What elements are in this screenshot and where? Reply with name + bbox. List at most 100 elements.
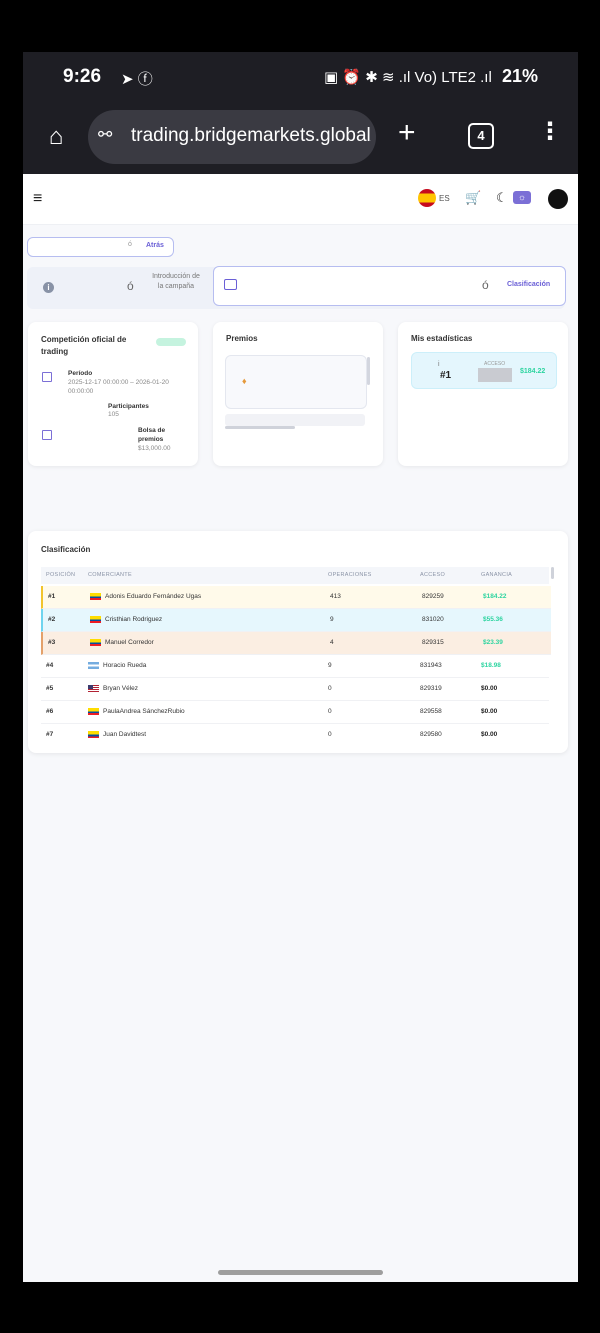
row-gain: $0.00	[481, 708, 498, 715]
back-accent: ó	[128, 241, 132, 248]
language-code[interactable]: ES	[439, 194, 450, 203]
stats-card: Mis estadísticas i #1 ACCESO $184.22	[398, 322, 568, 466]
ranking-title: Clasificación	[41, 545, 91, 554]
table-row[interactable]: #6 PaulaAndrea SánchezRubio 0 829558 $0.…	[41, 701, 549, 724]
my-access-value	[478, 368, 512, 382]
gesture-bar[interactable]	[218, 1270, 383, 1275]
row-trader: PaulaAndrea SánchezRubio	[103, 708, 185, 715]
col-trader: COMERCIANTE	[88, 572, 132, 578]
prizes-scrollbar[interactable]	[367, 357, 370, 385]
row-access: 831943	[420, 662, 442, 669]
col-operations: OPERACIONES	[328, 572, 372, 578]
hamburger-menu-icon[interactable]: ≡	[33, 190, 42, 208]
spain-flag-icon[interactable]	[418, 189, 436, 207]
row-operations: 9	[330, 616, 334, 623]
row-gain: $55.36	[483, 616, 503, 623]
tab-ranking-label: Clasificación	[507, 281, 551, 288]
site-header: ≡ ES 🛒 ☾ ☼	[23, 174, 578, 225]
row-position: #7	[46, 731, 54, 738]
prize-pool-value: $13,000.00	[138, 445, 171, 452]
row-access: 829319	[420, 685, 442, 692]
phone-screen: 9:26 ➤ ⓕ ▣ ⏰ ✱ ≋ .ıl Vo) LTE2 .ıl 21% ⌂ …	[23, 52, 578, 1282]
row-trader: Juan Davidtest	[103, 731, 146, 738]
prizes-horizontal-scrollbar[interactable]	[225, 426, 295, 429]
row-operations: 413	[330, 593, 341, 600]
row-access: 829558	[420, 708, 442, 715]
row-gain: $0.00	[481, 685, 498, 692]
table-row[interactable]: #2 Cristhian Rodriguez 9 831020 $55.36	[41, 609, 551, 632]
ecuador-flag-icon	[90, 639, 101, 646]
row-gain: $18.98	[481, 662, 501, 669]
period-label: Período	[68, 370, 93, 377]
home-icon[interactable]: ⌂	[41, 122, 71, 152]
row-operations: 0	[328, 685, 332, 692]
row-position: #3	[48, 639, 56, 646]
period-value: 2025-12-17 00:00:00 – 2026-01-20 00:00:0…	[68, 379, 169, 395]
theme-toggle[interactable]: ☼	[513, 191, 531, 204]
col-access: ACCESO	[420, 572, 446, 578]
row-trader: Adonis Eduardo Fernández Ugas	[105, 593, 202, 600]
tab-switcher-button[interactable]: 4	[468, 123, 494, 149]
row-gain: $23.39	[483, 639, 503, 646]
prize-icon: ♦	[242, 376, 247, 386]
argentina-flag-icon	[88, 662, 99, 669]
row-gain: $0.00	[481, 731, 498, 738]
prize-item[interactable]: ♦	[225, 355, 367, 409]
table-scrollbar[interactable]	[551, 567, 554, 579]
status-right: ▣ ⏰ ✱ ≋ .ıl Vo) LTE2 .ıl 21%	[324, 66, 538, 87]
address-bar[interactable]: ⚯ trading.bridgemarkets.global/	[88, 110, 376, 164]
prize-strip	[225, 414, 365, 426]
battery-level: 21%	[501, 66, 538, 86]
url-text[interactable]: trading.bridgemarkets.global/	[131, 125, 371, 147]
moon-icon[interactable]: ☾	[496, 190, 508, 206]
stats-i: i	[438, 361, 440, 368]
row-position: #2	[48, 616, 56, 623]
participants-value: 105	[108, 411, 119, 418]
table-row[interactable]: #4 Horacio Rueda 9 831943 $18.98	[41, 655, 549, 678]
col-position: POSICIÓN	[46, 572, 76, 578]
row-operations: 0	[328, 731, 332, 738]
new-tab-icon[interactable]: +	[398, 118, 416, 148]
step1-accent: ó	[127, 279, 134, 293]
ecuador-flag-icon	[90, 593, 101, 600]
competition-card: Competición oficial de trading Período 2…	[28, 322, 198, 466]
calendar-icon	[42, 430, 52, 440]
tab-introduction[interactable]: Introducción de la campaña	[151, 272, 201, 292]
ecuador-flag-icon	[88, 708, 99, 715]
col-gain: GANANCIA	[481, 572, 513, 578]
tab-ranking[interactable]: ó Clasificación	[213, 266, 566, 306]
notification-icons: ➤ ⓕ	[121, 71, 153, 88]
row-position: #5	[46, 685, 54, 692]
table-row[interactable]: #5 Bryan Vélez 0 829319 $0.00	[41, 678, 549, 701]
row-gain: $184.22	[483, 593, 507, 600]
back-label: Atrás	[146, 242, 164, 249]
row-access: 829259	[422, 593, 444, 600]
row-operations: 9	[328, 662, 332, 669]
info-icon: i	[43, 282, 54, 293]
my-stats-box: i #1 ACCESO $184.22	[411, 352, 557, 389]
stats-title: Mis estadísticas	[411, 334, 473, 343]
row-operations: 4	[330, 639, 334, 646]
status-bar: 9:26 ➤ ⓕ ▣ ⏰ ✱ ≋ .ıl Vo) LTE2 .ıl 21%	[23, 52, 578, 104]
row-trader: Bryan Vélez	[103, 685, 139, 692]
prizes-title: Premios	[226, 334, 258, 343]
my-gain: $184.22	[520, 368, 546, 375]
browser-menu-icon[interactable]: ⋮	[538, 120, 562, 144]
web-page: ≡ ES 🛒 ☾ ☼ ó Atrás i ó Introducción de l…	[23, 174, 578, 1282]
table-row[interactable]: #3 Manuel Corredor 4 829315 $23.39	[41, 632, 551, 655]
my-rank: #1	[440, 370, 452, 381]
table-row[interactable]: #1 Adonis Eduardo Fernández Ugas 413 829…	[41, 586, 551, 609]
avatar[interactable]	[548, 189, 568, 209]
row-access: 829315	[422, 639, 444, 646]
participants-label: Participantes	[108, 403, 149, 410]
table-row[interactable]: #7 Juan Davidtest 0 829580 $0.00	[41, 724, 549, 746]
row-trader: Horacio Rueda	[103, 662, 147, 669]
site-settings-icon[interactable]: ⚯	[98, 125, 112, 145]
cart-icon[interactable]: 🛒	[465, 190, 481, 206]
back-button[interactable]: ó Atrás	[27, 237, 174, 257]
calendar-icon	[42, 372, 52, 382]
ecuador-flag-icon	[88, 731, 99, 738]
row-trader: Manuel Corredor	[105, 639, 154, 646]
prize-pool-label: Bolsa de premios	[138, 427, 166, 443]
status-badge	[156, 338, 186, 346]
